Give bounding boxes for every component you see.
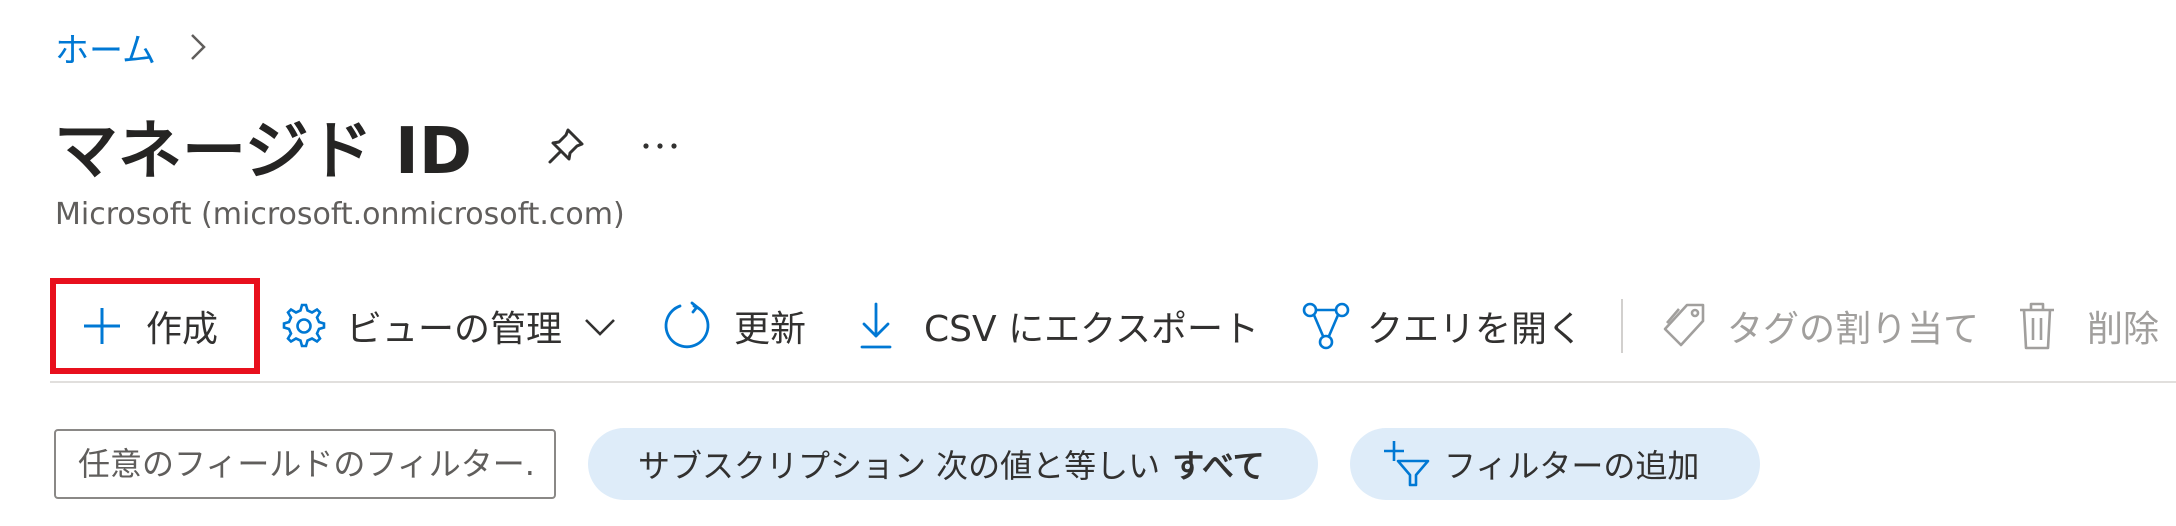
chevron-right-icon (180, 29, 216, 65)
command-bar: 作成 ビューの管理 更新 CSV にエクスポート クエリを開く タグの割り当て … (50, 278, 2176, 374)
create-label: 作成 (146, 309, 219, 350)
add-filter-icon (1384, 441, 1430, 487)
page-subtitle: Microsoft (microsoft.onmicrosoft.com) (55, 197, 625, 232)
delete-label: 削除 (2087, 309, 2160, 350)
filter-input[interactable] (54, 429, 556, 499)
filter-row: サブスクリプション 次の値と等しい すべて フィルターの追加 (54, 428, 1760, 500)
create-button[interactable]: 作成 (50, 278, 260, 374)
manage-view-label: ビューの管理 (346, 309, 563, 350)
more-icon[interactable] (634, 120, 686, 172)
tag-icon (1663, 303, 1705, 347)
export-csv-button[interactable]: CSV にエクスポート (856, 278, 1259, 374)
query-icon (1302, 302, 1350, 350)
toolbar-divider (50, 381, 2176, 383)
title-row: マネージド ID (54, 98, 686, 194)
assign-tags-label: タグの割り当て (1727, 309, 1980, 350)
delete-button[interactable]: 削除 (2017, 278, 2159, 374)
plus-icon (84, 308, 120, 344)
trash-icon (2020, 302, 2055, 350)
add-filter-label: フィルターの追加 (1444, 447, 1700, 485)
subscription-filter-prefix: サブスクリプション 次の値と等しい (638, 447, 1161, 485)
chevron-down-icon (585, 319, 615, 336)
download-icon (860, 302, 892, 349)
open-query-label: クエリを開く (1367, 309, 1584, 350)
open-query-button[interactable]: クエリを開く (1301, 278, 1583, 374)
assign-tags-button[interactable]: タグの割り当て (1661, 278, 1979, 374)
refresh-label: 更新 (734, 309, 807, 350)
breadcrumb: ホーム (55, 22, 216, 72)
breadcrumb-home-link[interactable]: ホーム (55, 23, 156, 72)
add-filter-button[interactable]: フィルターの追加 (1350, 428, 1760, 500)
gear-icon (282, 303, 326, 348)
subscription-filter-value: すべて (1172, 447, 1265, 485)
manage-view-button[interactable]: ビューの管理 (280, 278, 620, 374)
toolbar-separator (1621, 299, 1624, 353)
pin-icon[interactable] (540, 120, 592, 172)
refresh-icon (664, 301, 710, 349)
refresh-button[interactable]: 更新 (662, 278, 806, 374)
subscription-filter-pill[interactable]: サブスクリプション 次の値と等しい すべて (588, 428, 1318, 500)
export-csv-label: CSV にエクスポート (924, 309, 1260, 350)
page-title: マネージド ID (54, 115, 472, 189)
